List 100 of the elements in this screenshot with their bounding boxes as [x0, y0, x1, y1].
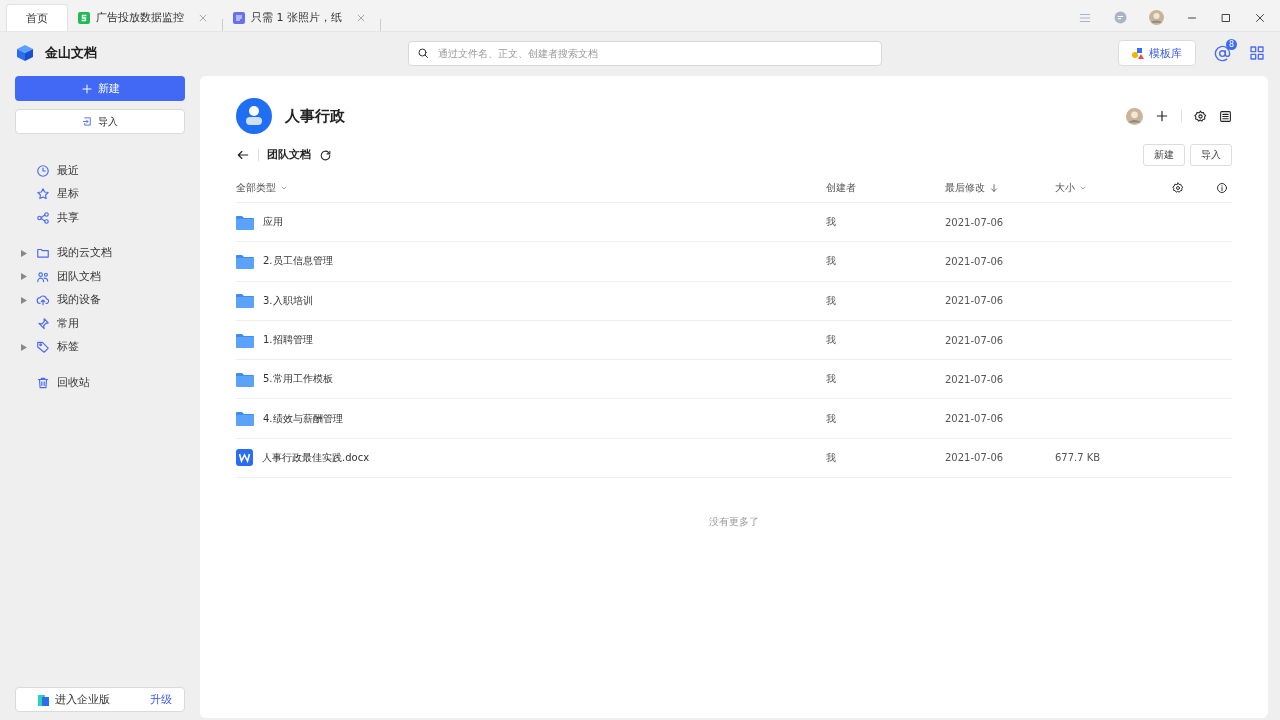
sidebar-item[interactable]: 标签: [15, 335, 185, 359]
cloud-upload-icon: [36, 293, 50, 308]
file-row[interactable]: 应用 我 2021-07-06: [236, 203, 1232, 243]
file-name: 4.绩效与薪酬管理: [263, 411, 343, 426]
spreadsheet-icon: [78, 11, 90, 24]
import-button[interactable]: 导入: [15, 109, 185, 134]
column-header[interactable]: 大小: [1055, 181, 1172, 195]
sidebar-item[interactable]: 共享: [15, 206, 185, 230]
file-name: 3.入职培训: [263, 293, 313, 308]
file-name: 1.招聘管理: [263, 333, 313, 348]
creator-cell-text: 我: [826, 372, 837, 387]
pin-icon: [36, 316, 50, 331]
creator-cell-text: 我: [826, 215, 837, 230]
file-name: 5.常用工作模板: [263, 372, 333, 387]
maximize-icon[interactable]: [1220, 11, 1232, 24]
sidebar-item[interactable]: 最近: [15, 159, 185, 183]
file-row[interactable]: 2.员工信息管理 我 2021-07-06: [236, 242, 1232, 282]
info-icon[interactable]: [1216, 182, 1228, 194]
search-icon: [417, 46, 429, 59]
creator-cell-text: 我: [826, 450, 837, 465]
clock-icon: [36, 163, 50, 178]
notification-badge: 8: [1226, 38, 1237, 50]
mention-icon[interactable]: [1214, 44, 1231, 62]
folder-icon: [236, 214, 254, 230]
column-header[interactable]: 最后修改: [945, 181, 1055, 195]
modified-date: 2021-07-06: [945, 295, 1005, 307]
grid-icon[interactable]: [1249, 45, 1265, 61]
file-name: 人事行政最佳实践.docx: [262, 450, 370, 465]
avatar-icon[interactable]: [1126, 107, 1143, 125]
folder-icon: [236, 332, 254, 348]
team-name: 人事行政: [285, 106, 345, 126]
settings-icon[interactable]: [1194, 109, 1207, 123]
app-logo: [15, 43, 35, 63]
expand-triangle-icon[interactable]: [21, 343, 27, 351]
folder-icon: [36, 246, 50, 261]
creator-cell-text: 我: [826, 411, 837, 426]
share-icon: [36, 210, 50, 225]
column-header[interactable]: 创建者: [826, 181, 945, 195]
file-name: 应用: [263, 215, 283, 230]
folder-icon: [236, 253, 254, 269]
caret-icon: [1079, 184, 1087, 192]
document-icon: [233, 11, 245, 24]
expand-triangle-icon[interactable]: [21, 273, 27, 281]
avatar-icon[interactable]: [1149, 10, 1164, 25]
import-icon: [82, 116, 93, 127]
file-row[interactable]: 5.常用工作模板 我 2021-07-06: [236, 360, 1232, 400]
enterprise-logo: [38, 693, 49, 706]
sidebar-item[interactable]: 我的设备: [15, 288, 185, 312]
column-header[interactable]: 全部类型: [236, 181, 826, 195]
modified-date: 2021-07-06: [945, 216, 1005, 228]
new-button[interactable]: 新建: [15, 76, 185, 101]
chat-icon[interactable]: [1114, 11, 1127, 24]
creator-cell-text: 我: [826, 333, 837, 348]
app-name: 金山文档: [45, 44, 97, 62]
search-field[interactable]: 通过文件名、正文、创建者搜索文档: [408, 40, 882, 66]
upgrade-link[interactable]: 升级: [150, 692, 172, 707]
file-row[interactable]: 4.绩效与薪酬管理 我 2021-07-06: [236, 399, 1232, 439]
shapes-icon: [1132, 47, 1144, 59]
browser-tab[interactable]: 只需 1 张照片，纸: [223, 4, 376, 31]
folder-icon: [236, 371, 254, 387]
people-icon: [36, 269, 50, 284]
sidebar-item[interactable]: 团队文档: [15, 265, 185, 289]
sidebar-item[interactable]: 回收站: [15, 371, 185, 395]
modified-date: 2021-07-06: [945, 413, 1005, 425]
star-icon: [36, 187, 50, 202]
plus-icon: [80, 82, 93, 95]
sidebar-item[interactable]: 星标: [15, 182, 185, 206]
creator-cell-text: 我: [826, 293, 837, 308]
list-icon[interactable]: [1219, 109, 1232, 123]
settings-icon[interactable]: [1172, 182, 1184, 194]
browser-tab[interactable]: 广告投放数据监控: [68, 4, 218, 31]
caret-icon: [280, 184, 288, 192]
folder-icon: [236, 293, 254, 309]
refresh-icon[interactable]: [319, 148, 332, 162]
expand-triangle-icon[interactable]: [21, 249, 27, 257]
word-document-icon: [236, 449, 253, 467]
modified-date: 2021-07-06: [945, 334, 1005, 346]
expand-triangle-icon[interactable]: [21, 296, 27, 304]
file-size: 677.7 KB: [1055, 452, 1102, 464]
sort-down-icon: [989, 183, 999, 193]
template-library-button[interactable]: 模板库: [1118, 40, 1196, 66]
action-button[interactable]: 新建: [1143, 144, 1185, 166]
plus-icon[interactable]: [1155, 109, 1169, 123]
enterprise-banner[interactable]: 进入企业版 升级: [15, 687, 185, 712]
sidebar-item[interactable]: 我的云文档: [15, 241, 185, 265]
file-row[interactable]: 1.招聘管理 我 2021-07-06: [236, 320, 1232, 361]
file-row[interactable]: 人事行政最佳实践.docx 我 2021-07-06 677.7 KB: [236, 438, 1232, 479]
breadcrumb-title: 团队文档: [267, 148, 311, 162]
file-row[interactable]: 3.入职培训 我 2021-07-06: [236, 281, 1232, 321]
back-arrow-icon[interactable]: [236, 148, 250, 162]
creator-cell-text: 我: [826, 254, 837, 269]
close-icon[interactable]: [1254, 11, 1266, 24]
modified-date: 2021-07-06: [945, 452, 1005, 464]
folder-icon: [236, 411, 254, 427]
enterprise-label: 进入企业版: [55, 692, 111, 707]
trash-icon: [36, 375, 50, 390]
action-button[interactable]: 导入: [1190, 144, 1232, 166]
browser-tab[interactable]: 首页: [6, 4, 68, 31]
sidebar-item[interactable]: 常用: [15, 312, 185, 336]
modified-date: 2021-07-06: [945, 373, 1005, 385]
